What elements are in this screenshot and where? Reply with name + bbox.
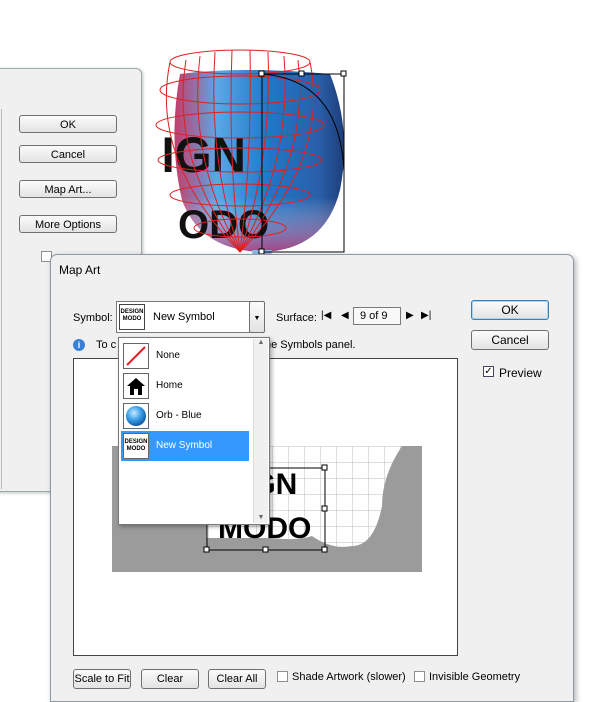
scale-to-fit-button[interactable]: Scale to Fit xyxy=(73,669,131,689)
symbol-select[interactable]: DESIGN MODO New Symbol xyxy=(116,301,264,333)
cancel-button[interactable]: Cancel xyxy=(19,145,117,163)
none-slash-icon xyxy=(123,343,149,369)
ok-button[interactable]: OK xyxy=(471,300,549,320)
dropdown-item-home[interactable]: Home xyxy=(121,371,249,401)
next-surface-icon[interactable]: ▶ xyxy=(406,310,414,321)
symbol-dropdown-list[interactable]: None Home Orb - Blue DESIGN MODO New Sym… xyxy=(118,337,270,525)
clear-button[interactable]: Clear xyxy=(141,669,199,689)
clear-all-button[interactable]: Clear All xyxy=(208,669,266,689)
dropdown-item-orb-blue[interactable]: Orb - Blue xyxy=(121,401,249,431)
info-text-end: he Symbols panel. xyxy=(265,339,356,351)
blue-orb-icon xyxy=(123,403,149,429)
surface-field[interactable]: 9 of 9 xyxy=(353,307,401,325)
last-surface-icon[interactable]: ▶| xyxy=(421,310,431,321)
wine-glass-artwork: IGN ODO xyxy=(155,49,347,280)
dialog-inner-panel xyxy=(1,109,4,489)
thumb-text-2: MODO xyxy=(126,446,146,452)
symbol-label: Symbol: xyxy=(73,312,113,324)
scroll-up-icon[interactable]: ▲ xyxy=(254,339,268,346)
preview-checkbox[interactable]: ✓ xyxy=(483,366,494,377)
thumb-text-1: DESIGN xyxy=(120,309,144,315)
dialog-title: Map Art xyxy=(59,263,101,277)
symbol-dropdown-button[interactable]: ▼ xyxy=(249,301,265,333)
symbol-select-value: New Symbol xyxy=(153,311,215,323)
info-text-start: To c xyxy=(96,339,117,351)
shade-artwork-checkbox[interactable] xyxy=(277,671,288,682)
glass-text-line2: ODO xyxy=(178,203,269,247)
dropdown-scrollbar[interactable]: ▲ ▼ xyxy=(253,339,268,523)
thumb-text-1: DESIGN xyxy=(124,439,148,445)
cancel-button[interactable]: Cancel xyxy=(471,330,549,350)
dropdown-item-none[interactable]: None xyxy=(121,341,249,371)
chevron-down-icon: ▼ xyxy=(253,315,261,322)
first-surface-icon[interactable]: |◀ xyxy=(321,310,331,321)
surface-label: Surface: xyxy=(276,312,317,324)
previous-surface-icon[interactable]: ◀ xyxy=(341,310,349,321)
design-modo-logo: DESIGN MODO xyxy=(123,433,149,459)
invisible-geometry-checkbox[interactable] xyxy=(414,671,425,682)
info-icon: i xyxy=(73,339,85,351)
dropdown-item-label: Orb - Blue xyxy=(156,410,202,421)
dropdown-item-label: None xyxy=(156,350,180,361)
symbol-thumbnail: DESIGN MODO xyxy=(119,304,145,330)
more-options-button[interactable]: More Options xyxy=(19,215,117,233)
home-icon xyxy=(123,373,149,399)
dropdown-item-label: Home xyxy=(156,380,183,391)
surface-value: 9 of 9 xyxy=(360,310,388,322)
scroll-down-icon[interactable]: ▼ xyxy=(254,514,268,521)
map-art-dialog: Map Art Symbol: DESIGN MODO New Symbol ▼… xyxy=(50,254,574,702)
invisible-geometry-label: Invisible Geometry xyxy=(429,671,521,683)
ok-button[interactable]: OK xyxy=(19,115,117,133)
dropdown-item-new-symbol[interactable]: DESIGN MODO New Symbol xyxy=(121,431,249,461)
shade-artwork-label: Shade Artwork (slower) xyxy=(292,671,406,683)
dropdown-item-label: New Symbol xyxy=(156,440,213,451)
preview-label: Preview xyxy=(499,366,542,380)
map-art-button[interactable]: Map Art... xyxy=(19,180,117,198)
thumb-text-2: MODO xyxy=(122,316,142,322)
